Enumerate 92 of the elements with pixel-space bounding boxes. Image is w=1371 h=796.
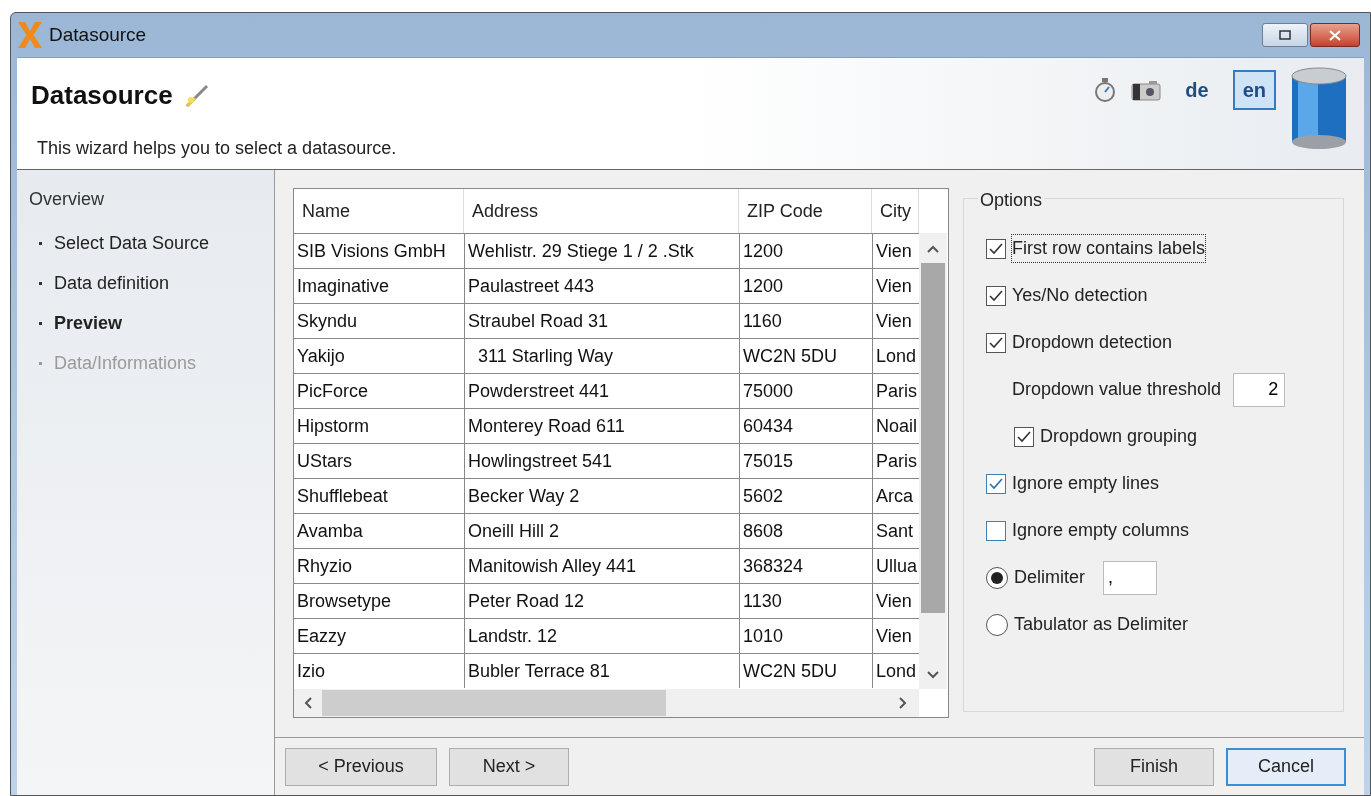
sidebar-item[interactable]: Data definition <box>54 269 170 297</box>
checkbox[interactable] <box>1014 426 1034 447</box>
table-cell-text: PicForce <box>296 379 369 403</box>
checkbox[interactable] <box>986 332 1006 353</box>
wizard-description: This wizard helps you to select a datasource. <box>36 137 397 160</box>
scroll-down-icon <box>927 671 939 679</box>
table-cell: Peter Road 12 <box>464 584 739 618</box>
radio-button[interactable] <box>986 613 1008 636</box>
radio-button[interactable] <box>986 566 1008 589</box>
sidebar-item[interactable]: Select Data Source <box>54 229 210 257</box>
checkbox[interactable] <box>986 238 1006 259</box>
sidebar-item[interactable]: Preview <box>54 309 123 337</box>
close-icon <box>1329 29 1341 41</box>
threshold-field[interactable]: 2 <box>1233 372 1286 407</box>
column-header[interactable]: City <box>872 189 919 233</box>
table-cell-text: Imaginative <box>296 274 391 298</box>
table-cell-text: Skyndu <box>296 309 359 333</box>
delimiter-field[interactable]: , <box>1103 560 1157 595</box>
field-label: Dropdown value threshold <box>1012 378 1222 401</box>
table-cell-text: Browsetype <box>296 589 393 613</box>
scroll-right-icon <box>899 697 907 709</box>
wizard-button[interactable]: Cancel <box>1226 747 1346 786</box>
column-header[interactable]: ZIP Code <box>739 189 872 233</box>
horizontal-scrollbar[interactable] <box>294 689 919 717</box>
table-cell: Howlingstreet 541 <box>464 444 739 478</box>
restore-button[interactable] <box>1262 23 1308 47</box>
bullet-icon <box>39 361 42 365</box>
language-button[interactable]: de <box>1175 70 1219 110</box>
table-cell: Oneill Hill 2 <box>464 514 739 548</box>
table-cell-text: Eazzy <box>296 624 348 648</box>
bullet-icon <box>39 321 42 325</box>
checkbox-label: First row contains labels <box>1012 235 1206 262</box>
table-cell: Manitowish Alley 441 <box>464 549 739 583</box>
table-cell: 60434 <box>739 409 872 443</box>
stopwatch-icon <box>1093 77 1118 103</box>
scroll-up-icon <box>927 245 939 253</box>
wizard-button[interactable]: < Previous <box>285 747 437 786</box>
wizard-button[interactable]: Next > <box>449 747 569 786</box>
wizard-button[interactable]: Finish <box>1094 747 1214 786</box>
table-cell-text: Hipstorm <box>296 414 370 438</box>
checkbox[interactable] <box>986 285 1006 306</box>
bullet-icon <box>39 281 42 285</box>
radio-label: Tabulator as Delimiter <box>1014 613 1189 636</box>
table-cell: 75015 <box>739 444 872 478</box>
table-cell-text: UStars <box>296 449 353 473</box>
scroll-left-icon <box>304 697 312 709</box>
table-cell-text: Izio <box>296 659 326 683</box>
table-cell: 8608 <box>739 514 872 548</box>
checkbox[interactable] <box>986 520 1006 541</box>
checkbox-label: Ignore empty lines <box>1012 472 1160 495</box>
table-cell: 75000 <box>739 374 872 408</box>
table-cell: 1130 <box>739 584 872 618</box>
close-button[interactable] <box>1310 23 1360 47</box>
restore-icon <box>1279 30 1291 40</box>
table-cell: Wehlistr. 29 Stiege 1 / 2 .Stk <box>464 234 739 268</box>
table-cell: Landstr. 12 <box>464 619 739 653</box>
camera-icon <box>1131 79 1162 101</box>
bullet-icon <box>39 241 42 245</box>
table-cell-text: Rhyzio <box>296 554 354 578</box>
checkbox-label: Yes/No detection <box>1012 284 1148 307</box>
radio-label: Delimiter <box>1014 566 1085 589</box>
column-header[interactable]: Name <box>294 189 464 233</box>
table-cell: 311 Starling Way <box>464 339 739 373</box>
table-cell: 5602 <box>739 479 872 513</box>
checkbox-label: Dropdown grouping <box>1040 425 1198 448</box>
table-cell: 1200 <box>739 269 872 303</box>
window-title: Datasource <box>49 22 147 47</box>
page-title: Datasource <box>31 79 173 112</box>
table-cell-text: Avamba <box>296 519 364 543</box>
sidebar-title: Overview <box>29 188 105 211</box>
app-logo-icon <box>17 21 43 49</box>
checkbox[interactable] <box>986 473 1006 494</box>
table-cell: Monterey Road 611 <box>464 409 739 443</box>
table-cell: WC2N 5DU <box>739 654 872 688</box>
table-cell: Bubler Terrace 81 <box>464 654 739 688</box>
table-cell: WC2N 5DU <box>739 339 872 373</box>
table-cell: 1160 <box>739 304 872 338</box>
table-cell: Paulastreet 443 <box>464 269 739 303</box>
checkbox-label: Dropdown detection <box>1012 331 1173 354</box>
table-cell: 1200 <box>739 234 872 268</box>
checkbox-label: Ignore empty columns <box>1012 519 1190 542</box>
language-button[interactable]: en <box>1232 70 1276 110</box>
table-cell-text: Shufflebeat <box>296 484 389 508</box>
table-cell-text: SIB Visions GmbH <box>296 239 447 263</box>
vertical-scrollbar[interactable] <box>919 233 947 689</box>
table-cell: 1010 <box>739 619 872 653</box>
table-cell: Powderstreet 441 <box>464 374 739 408</box>
table-cell: 368324 <box>739 549 872 583</box>
table-cell: Straubel Road 31 <box>464 304 739 338</box>
table-cell: Becker Way 2 <box>464 479 739 513</box>
column-header[interactable]: Address <box>464 189 739 233</box>
table-cell-text: Yakijo <box>296 344 346 368</box>
